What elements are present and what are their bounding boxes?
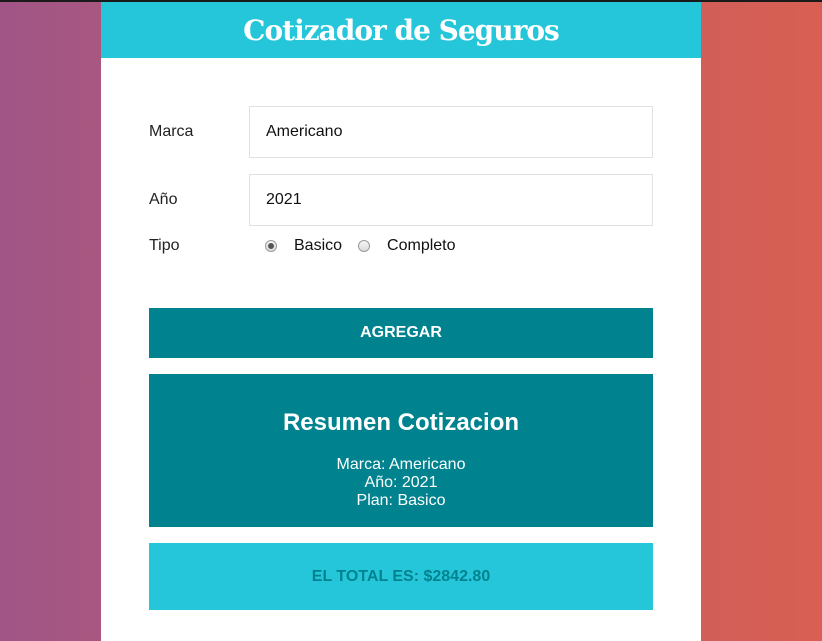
anio-label: Año [149, 191, 178, 208]
basico-radio[interactable] [265, 240, 277, 252]
tipo-label: Tipo [149, 237, 180, 254]
summary-title: Resumen Cotizacion [282, 409, 520, 436]
summary-plan: Plan: Basico [356, 492, 446, 509]
marca-select[interactable]: Americano [249, 106, 653, 158]
summary-lines: Marca: Americano Año: 2021 Plan: Basico [149, 456, 653, 510]
total-result: EL TOTAL ES: $2842.80 [149, 543, 653, 610]
page-title: Cotizador de Seguros [243, 13, 560, 47]
basico-radio-label[interactable]: Basico [294, 237, 342, 255]
completo-radio[interactable] [358, 240, 371, 252]
tipo-radio-group: Basico Completo [265, 237, 472, 255]
marca-row: Marca Americano [149, 106, 653, 158]
agregar-button[interactable]: Agregar [149, 308, 653, 358]
quote-summary: Resumen Cotizacion Marca: Americano Año:… [149, 374, 653, 527]
summary-anio: Año: 2021 [364, 474, 438, 491]
anio-row: Año 2021 [149, 174, 653, 226]
marca-label: Marca [149, 123, 194, 140]
completo-radio-label[interactable]: Completo [387, 237, 455, 255]
quote-card: Cotizador de Seguros Marca Americano Año… [101, 2, 701, 641]
app-header: Cotizador de Seguros [101, 2, 701, 58]
summary-marca: Marca: Americano [336, 456, 466, 473]
anio-select[interactable]: 2021 [249, 174, 653, 226]
tipo-row: Tipo Basico Completo [149, 236, 653, 256]
quote-form: Marca Americano Año 2021 Tipo Basico Com… [149, 106, 653, 272]
